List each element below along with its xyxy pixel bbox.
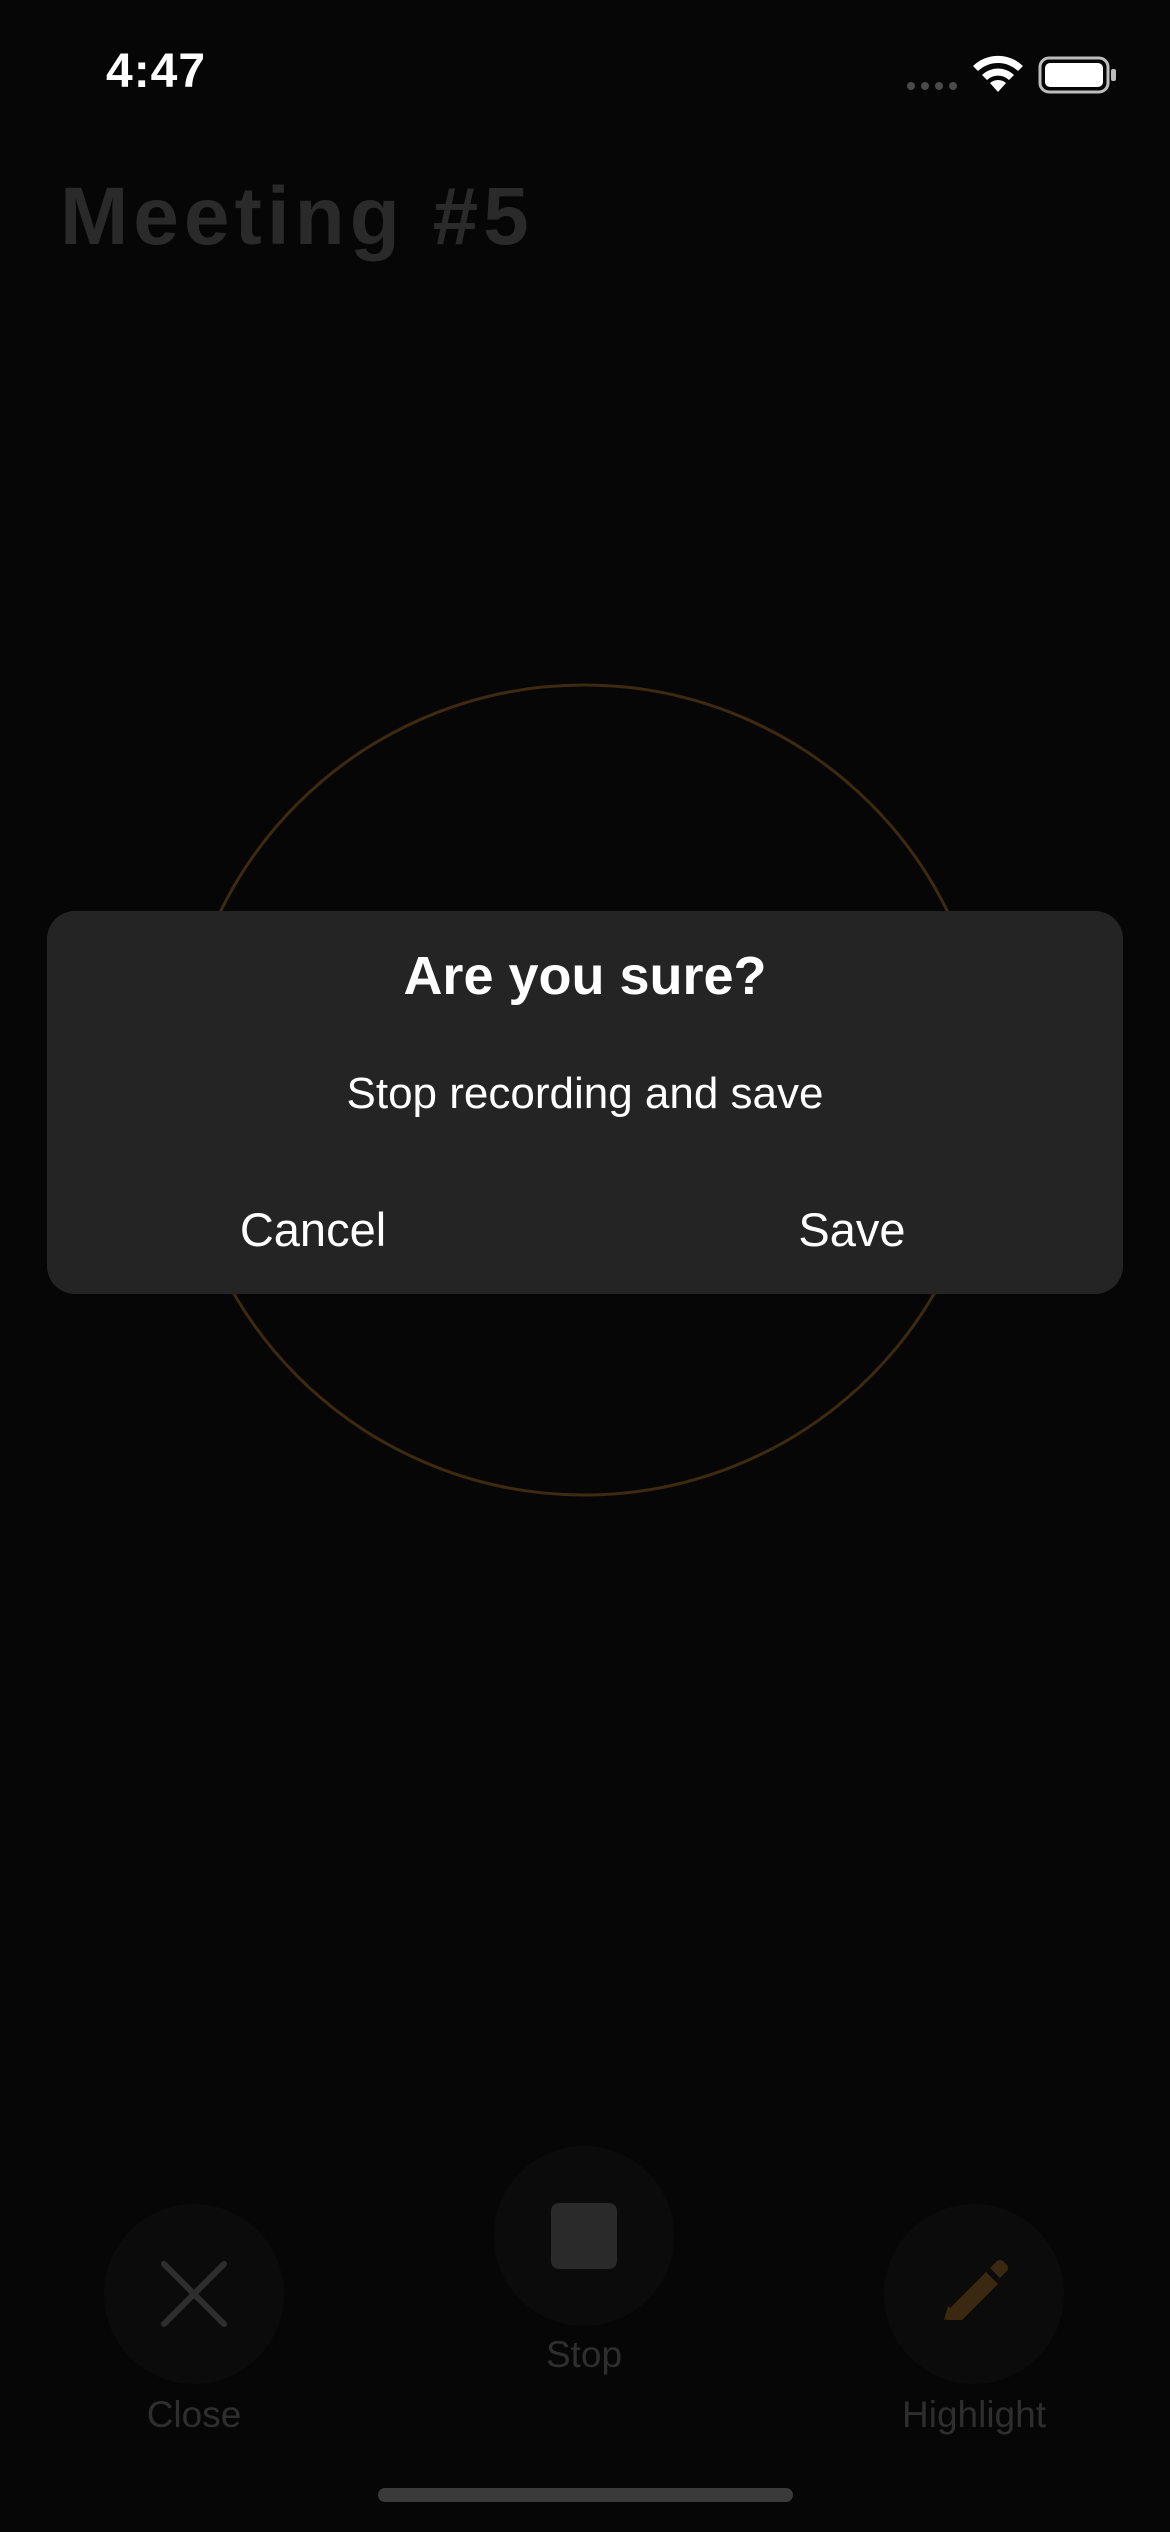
confirm-dialog: Are you sure? Stop recording and save Ca… <box>47 911 1123 1294</box>
battery-icon <box>1038 56 1116 94</box>
recording-screen: 4:47 Meeting #5 Close Stop Highlight Are… <box>0 0 1170 2532</box>
highlight-label: Highlight <box>902 2394 1046 2435</box>
save-button[interactable]: Save <box>652 1181 1052 1277</box>
status-bar: 4:47 <box>0 0 1170 150</box>
stop-label: Stop <box>545 2334 623 2375</box>
dialog-title: Are you sure? <box>403 946 767 1006</box>
status-time: 4:47 <box>106 45 207 98</box>
close-icon <box>161 2261 227 2327</box>
pencil-icon <box>944 2260 1008 2320</box>
home-indicator[interactable] <box>378 2488 793 2502</box>
page-title: Meeting #5 <box>60 171 534 262</box>
cancel-button[interactable]: Cancel <box>113 1181 513 1277</box>
dialog-message: Stop recording and save <box>346 1069 824 1118</box>
wifi-icon <box>973 55 1023 92</box>
close-label: Close <box>146 2394 242 2435</box>
signal-icon <box>907 82 957 90</box>
stop-icon <box>551 2203 617 2269</box>
